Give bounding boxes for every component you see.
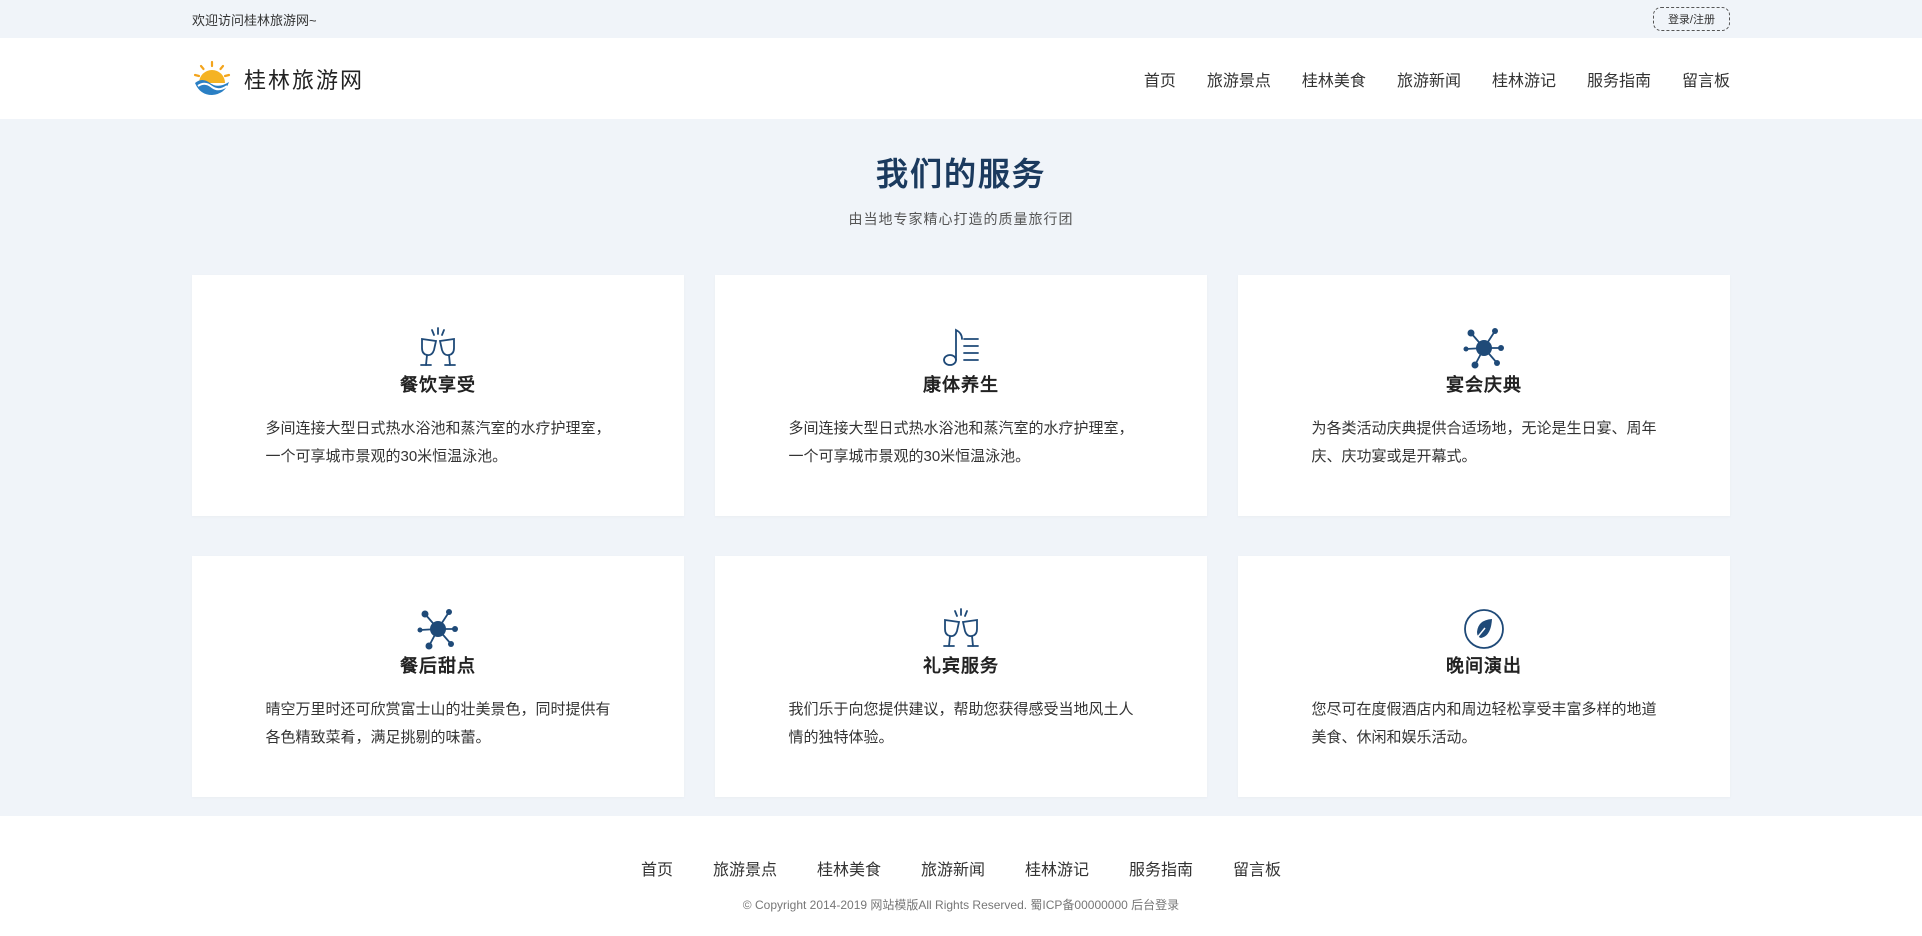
music-note-icon: [943, 328, 979, 366]
card-title: 餐后甜点: [400, 656, 476, 676]
service-grid: 餐饮享受 多间连接大型日式热水浴池和蒸汽室的水疗护理室，一个可享城市景观的30米…: [192, 275, 1730, 797]
main-nav: 首页 旅游景点 桂林美食 旅游新闻 桂林游记 服务指南 留言板: [1113, 67, 1730, 91]
wine-glasses-icon: [420, 327, 456, 366]
footer-nav-attractions[interactable]: 旅游景点: [713, 856, 777, 880]
site-footer: 首页 旅游景点 桂林美食 旅游新闻 桂林游记 服务指南 留言板 © Copyri…: [0, 816, 1922, 936]
wine-glasses-icon: [943, 608, 979, 647]
footer-nav-news[interactable]: 旅游新闻: [921, 856, 985, 880]
footer-nav: 首页 旅游景点 桂林美食 旅游新闻 桂林游记 服务指南 留言板: [0, 856, 1922, 880]
card-title: 礼宾服务: [923, 656, 999, 676]
section-subtitle: 由当地专家精心打造的质量旅行团: [848, 211, 1074, 227]
section-title: 我们的服务: [875, 156, 1046, 192]
service-card-dining[interactable]: 餐饮享受 多间连接大型日式热水浴池和蒸汽室的水疗护理室，一个可享城市景观的30米…: [192, 275, 684, 516]
services-section: 我们的服务 由当地专家精心打造的质量旅行团 餐饮享受 多间连接大型日式热水浴池和…: [0, 119, 1922, 816]
card-title: 晚间演出: [1446, 656, 1522, 676]
card-title: 康体养生: [923, 375, 999, 395]
copyright-text: © Copyright 2014-2019 网站模版All Rights Res…: [742, 898, 1128, 912]
sun-wave-logo-icon: [193, 60, 231, 95]
footer-nav-travelogue[interactable]: 桂林游记: [1025, 856, 1089, 880]
nav-item-attractions[interactable]: 旅游景点: [1207, 67, 1271, 91]
welcome-text: 欢迎访问桂林旅游网~: [192, 12, 317, 28]
footer-nav-service-guide[interactable]: 服务指南: [1129, 856, 1193, 880]
card-description: 您尽可在度假酒店内和周边轻松享受丰富多样的地道美食、休闲和娱乐活动。: [1311, 701, 1657, 746]
footer-nav-home[interactable]: 首页: [641, 856, 673, 880]
site-logo[interactable]: 桂林旅游网: [192, 59, 364, 99]
nav-item-travelogue[interactable]: 桂林游记: [1492, 67, 1556, 91]
footer-nav-message-board[interactable]: 留言板: [1233, 856, 1281, 880]
admin-login-link[interactable]: 后台登录: [1131, 898, 1179, 912]
card-description: 晴空万里时还可欣赏富士山的壮美景色，同时提供有各色精致菜肴，满足挑剔的味蕾。: [265, 701, 611, 746]
nav-item-home[interactable]: 首页: [1144, 67, 1176, 91]
card-description: 我们乐于向您提供建议，帮助您获得感受当地风土人情的独特体验。: [788, 701, 1134, 746]
service-card-banquet[interactable]: 宴会庆典 为各类活动庆典提供合适场地，无论是生日宴、周年庆、庆功宴或是开幕式。: [1238, 275, 1730, 516]
service-card-evening-show[interactable]: 晚间演出 您尽可在度假酒店内和周边轻松享受丰富多样的地道美食、休闲和娱乐活动。: [1238, 556, 1730, 797]
footer-nav-food[interactable]: 桂林美食: [817, 856, 881, 880]
card-description: 多间连接大型日式热水浴池和蒸汽室的水疗护理室，一个可享城市景观的30米恒温泳池。: [265, 420, 611, 465]
nav-item-food[interactable]: 桂林美食: [1302, 67, 1366, 91]
card-description: 多间连接大型日式热水浴池和蒸汽室的水疗护理室，一个可享城市景观的30米恒温泳池。: [788, 420, 1134, 465]
login-register-button[interactable]: 登录/注册: [1652, 7, 1730, 31]
logo-text: 桂林旅游网: [244, 67, 365, 93]
leaf-icon: [1464, 609, 1504, 649]
service-card-wellness[interactable]: 康体养生 多间连接大型日式热水浴池和蒸汽室的水疗护理室，一个可享城市景观的30米…: [715, 275, 1207, 516]
network-icon: [1463, 328, 1504, 369]
service-card-concierge[interactable]: 礼宾服务 我们乐于向您提供建议，帮助您获得感受当地风土人情的独特体验。: [715, 556, 1207, 797]
site-header: 桂林旅游网 首页 旅游景点 桂林美食 旅游新闻 桂林游记 服务指南 留言板: [0, 38, 1922, 119]
nav-item-message-board[interactable]: 留言板: [1682, 67, 1730, 91]
card-title: 餐饮享受: [400, 375, 476, 395]
network-icon: [417, 609, 458, 650]
service-card-dessert[interactable]: 餐后甜点 晴空万里时还可欣赏富士山的壮美景色，同时提供有各色精致菜肴，满足挑剔的…: [192, 556, 684, 797]
nav-item-service-guide[interactable]: 服务指南: [1587, 67, 1651, 91]
card-description: 为各类活动庆典提供合适场地，无论是生日宴、周年庆、庆功宴或是开幕式。: [1311, 420, 1657, 465]
top-bar: 欢迎访问桂林旅游网~ 登录/注册: [0, 0, 1922, 38]
copyright-line: © Copyright 2014-2019 网站模版All Rights Res…: [0, 896, 1922, 913]
nav-item-news[interactable]: 旅游新闻: [1397, 67, 1461, 91]
card-title: 宴会庆典: [1446, 375, 1522, 395]
